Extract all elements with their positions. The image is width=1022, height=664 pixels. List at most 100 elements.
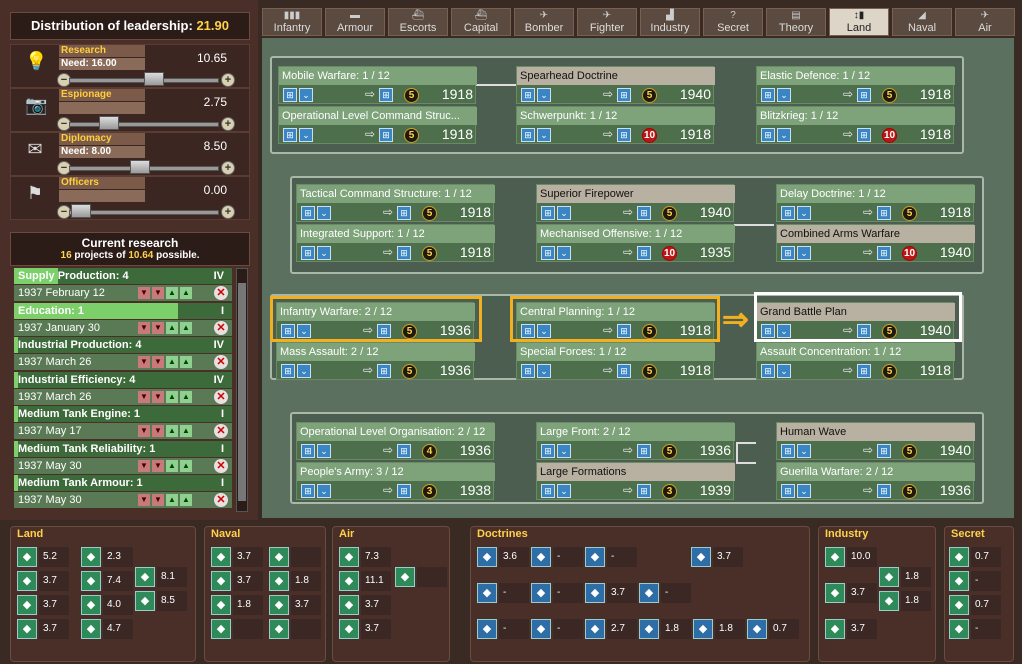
remove-icon[interactable]: ✕ <box>214 286 228 300</box>
summary-item[interactable]: ◆ - <box>477 619 529 639</box>
move-up-button[interactable]: ▲ <box>166 390 178 403</box>
move-up-button[interactable]: ▲ <box>166 287 178 299</box>
summary-item[interactable]: ◆ 3.6 <box>477 547 529 567</box>
tech-node[interactable]: Mechanised Offensive: 1 / 12 ⊞ ⌄ ⇨ ⊞ 10 1935 <box>536 224 735 262</box>
tech-node[interactable]: Superior Firepower ⊞ ⌄ ⇨ ⊞ 5 1940 <box>536 184 735 222</box>
summary-item[interactable]: ◆ 3.7 <box>211 571 263 591</box>
slider-track[interactable] <box>69 122 219 127</box>
summary-item[interactable]: ◆ 3.7 <box>339 619 391 639</box>
summary-item[interactable]: ◆ 1.8 <box>879 567 931 587</box>
tech-node[interactable]: Large Front: 2 / 12 ⊞ ⌄ ⇨ ⊞ 5 1936 <box>536 422 735 460</box>
tab-secret[interactable]: ? Secret <box>703 8 763 36</box>
summary-item[interactable]: ◆ 2.3 <box>81 547 133 567</box>
summary-item[interactable]: ◆ 10.0 <box>825 547 877 567</box>
summary-item[interactable]: ◆ - <box>531 547 583 567</box>
research-queue-item[interactable]: Industrial Production: 4 IV 1937 March 26 ▼… <box>14 337 232 371</box>
tech-node[interactable]: Schwerpunkt: 1 / 12 ⊞ ⌄ ⇨ ⊞ 10 1918 <box>516 106 715 144</box>
research-queue-item[interactable]: Industrial Efficiency: 4 IV 1937 March 26 ▼… <box>14 371 232 406</box>
remove-icon[interactable]: ✕ <box>214 389 228 404</box>
summary-item[interactable]: ◆ 0.7 <box>747 619 799 639</box>
move-up-button[interactable]: ▲ <box>166 356 178 368</box>
summary-item[interactable]: ◆ 4.0 <box>81 595 133 615</box>
summary-item[interactable]: ◆ 1.8 <box>879 591 931 611</box>
summary-item[interactable]: ◆ 3.7 <box>585 583 637 603</box>
move-bottom-button[interactable]: ▼ <box>138 287 150 299</box>
slider-thumb[interactable] <box>143 72 164 86</box>
summary-item[interactable]: ◆ 1.8 <box>639 619 691 639</box>
summary-item[interactable]: ◆ 7.3 <box>339 547 391 567</box>
tab-industry[interactable]: ▟ Industry <box>640 8 700 36</box>
summary-item[interactable]: ◆ 1.8 <box>693 619 745 639</box>
summary-item[interactable]: ◆ 1.8 <box>211 595 263 615</box>
move-down-button[interactable]: ▼ <box>152 287 164 299</box>
plus-button[interactable]: + <box>221 205 235 219</box>
summary-item[interactable]: ◆ <box>395 567 447 587</box>
summary-item[interactable]: ◆ - <box>477 583 529 603</box>
tech-node[interactable]: Spearhead Doctrine ⊞ ⌄ ⇨ ⊞ 5 1940 <box>516 66 715 104</box>
remove-icon[interactable]: ✕ <box>214 320 228 335</box>
tech-node[interactable]: Mass Assault: 2 / 12 ⊞ ⌄ ⇨ ⊞ 5 1936 <box>276 342 475 380</box>
summary-item[interactable]: ◆ 2.7 <box>585 619 637 639</box>
move-bottom-button[interactable]: ▼ <box>138 356 150 368</box>
tab-escorts[interactable]: ⛴ Escorts <box>388 8 448 36</box>
summary-item[interactable]: ◆ 0.7 <box>949 547 1001 567</box>
move-up-button[interactable]: ▲ <box>166 425 178 437</box>
tech-node[interactable]: Human Wave ⊞ ⌄ ⇨ ⊞ 5 1940 <box>776 422 975 460</box>
summary-item[interactable]: ◆ - <box>585 547 637 567</box>
tab-land[interactable]: ↕▮ Land <box>829 8 889 36</box>
summary-item[interactable]: ◆ - <box>531 583 583 603</box>
summary-item[interactable]: ◆ - <box>531 619 583 639</box>
move-up-button[interactable]: ▲ <box>166 321 178 334</box>
tab-armour[interactable]: ▬ Armour <box>325 8 385 36</box>
research-queue-item[interactable]: Medium Tank Reliability: 1 I 1937 May 30 ▼ ▼… <box>14 440 232 475</box>
tech-node[interactable]: Blitzkrieg: 1 / 12 ⊞ ⌄ ⇨ ⊞ 10 1918 <box>756 106 955 144</box>
tech-node[interactable]: People's Army: 3 / 12 ⊞ ⌄ ⇨ ⊞ 3 1938 <box>296 462 495 500</box>
summary-item[interactable]: ◆ 0.7 <box>949 595 1001 615</box>
research-queue-item[interactable]: Medium Tank Armour: 1 I 1937 May 30 ▼ ▼ ▲ ▲ ✕ <box>14 475 232 509</box>
summary-item[interactable]: ◆ - <box>949 571 1001 591</box>
tab-air[interactable]: ✈ Air <box>955 8 1015 36</box>
tab-theory[interactable]: ▤ Theory <box>766 8 826 36</box>
move-top-button[interactable]: ▲ <box>180 287 192 299</box>
summary-item[interactable]: ◆ 7.4 <box>81 571 133 591</box>
move-top-button[interactable]: ▲ <box>180 425 192 437</box>
tech-node[interactable]: Delay Doctrine: 1 / 12 ⊞ ⌄ ⇨ ⊞ 5 1918 <box>776 184 975 222</box>
tech-node[interactable]: Elastic Defence: 1 / 12 ⊞ ⌄ ⇨ ⊞ 5 1918 <box>756 66 955 104</box>
move-top-button[interactable]: ▲ <box>180 390 192 403</box>
scrollbar-thumb[interactable] <box>238 283 246 501</box>
tech-node[interactable]: Assault Concentration: 1 / 12 ⊞ ⌄ ⇨ ⊞ 5 1918 <box>756 342 955 380</box>
summary-item[interactable]: ◆ 3.7 <box>17 619 69 639</box>
tab-infantry[interactable]: ▮▮▮ Infantry <box>262 8 322 36</box>
tech-node[interactable]: Large Formations ⊞ ⌄ ⇨ ⊞ 3 1939 <box>536 462 735 500</box>
move-down-button[interactable]: ▼ <box>152 459 164 472</box>
tech-node[interactable]: Operational Level Command Struc... ⊞ ⌄ ⇨ ⊞ 5 1… <box>278 106 477 144</box>
summary-item[interactable]: ◆ 4.7 <box>81 619 133 639</box>
remove-icon[interactable]: ✕ <box>214 424 228 438</box>
slider-track[interactable] <box>69 210 219 215</box>
move-bottom-button[interactable]: ▼ <box>138 494 150 506</box>
summary-item[interactable]: ◆ 1.8 <box>269 571 321 591</box>
move-top-button[interactable]: ▲ <box>180 459 192 472</box>
move-top-button[interactable]: ▲ <box>180 356 192 368</box>
plus-button[interactable]: + <box>221 161 235 175</box>
tech-node[interactable]: Mobile Warfare: 1 / 12 ⊞ ⌄ ⇨ ⊞ 5 1918 <box>278 66 477 104</box>
summary-item[interactable]: ◆ 8.1 <box>135 567 187 587</box>
move-top-button[interactable]: ▲ <box>180 321 192 334</box>
tech-node[interactable]: Combined Arms Warfare ⊞ ⌄ ⇨ ⊞ 10 1940 <box>776 224 975 262</box>
summary-item[interactable]: ◆ 5.2 <box>17 547 69 567</box>
tech-node[interactable]: Operational Level Organisation: 2 / 12 ⊞ ⌄… <box>296 422 495 460</box>
remove-icon[interactable]: ✕ <box>214 355 228 369</box>
move-down-button[interactable]: ▼ <box>152 356 164 368</box>
move-down-button[interactable]: ▼ <box>152 494 164 506</box>
plus-button[interactable]: + <box>221 117 235 131</box>
summary-item[interactable]: ◆ 3.7 <box>691 547 743 567</box>
slider-thumb[interactable] <box>71 204 91 218</box>
research-queue-item[interactable]: Supply Production: 4 IV 1937 February 12 ▼ ▼… <box>14 268 232 302</box>
move-bottom-button[interactable]: ▼ <box>138 459 150 472</box>
tech-node[interactable]: Integrated Support: 1 / 12 ⊞ ⌄ ⇨ ⊞ 5 1918 <box>296 224 495 262</box>
summary-item[interactable]: ◆ 3.7 <box>17 595 69 615</box>
remove-icon[interactable]: ✕ <box>214 493 228 507</box>
summary-item[interactable]: ◆ 11.1 <box>339 571 391 591</box>
tab-capital[interactable]: ⛴ Capital <box>451 8 511 36</box>
summary-item[interactable]: ◆ <box>269 547 321 567</box>
